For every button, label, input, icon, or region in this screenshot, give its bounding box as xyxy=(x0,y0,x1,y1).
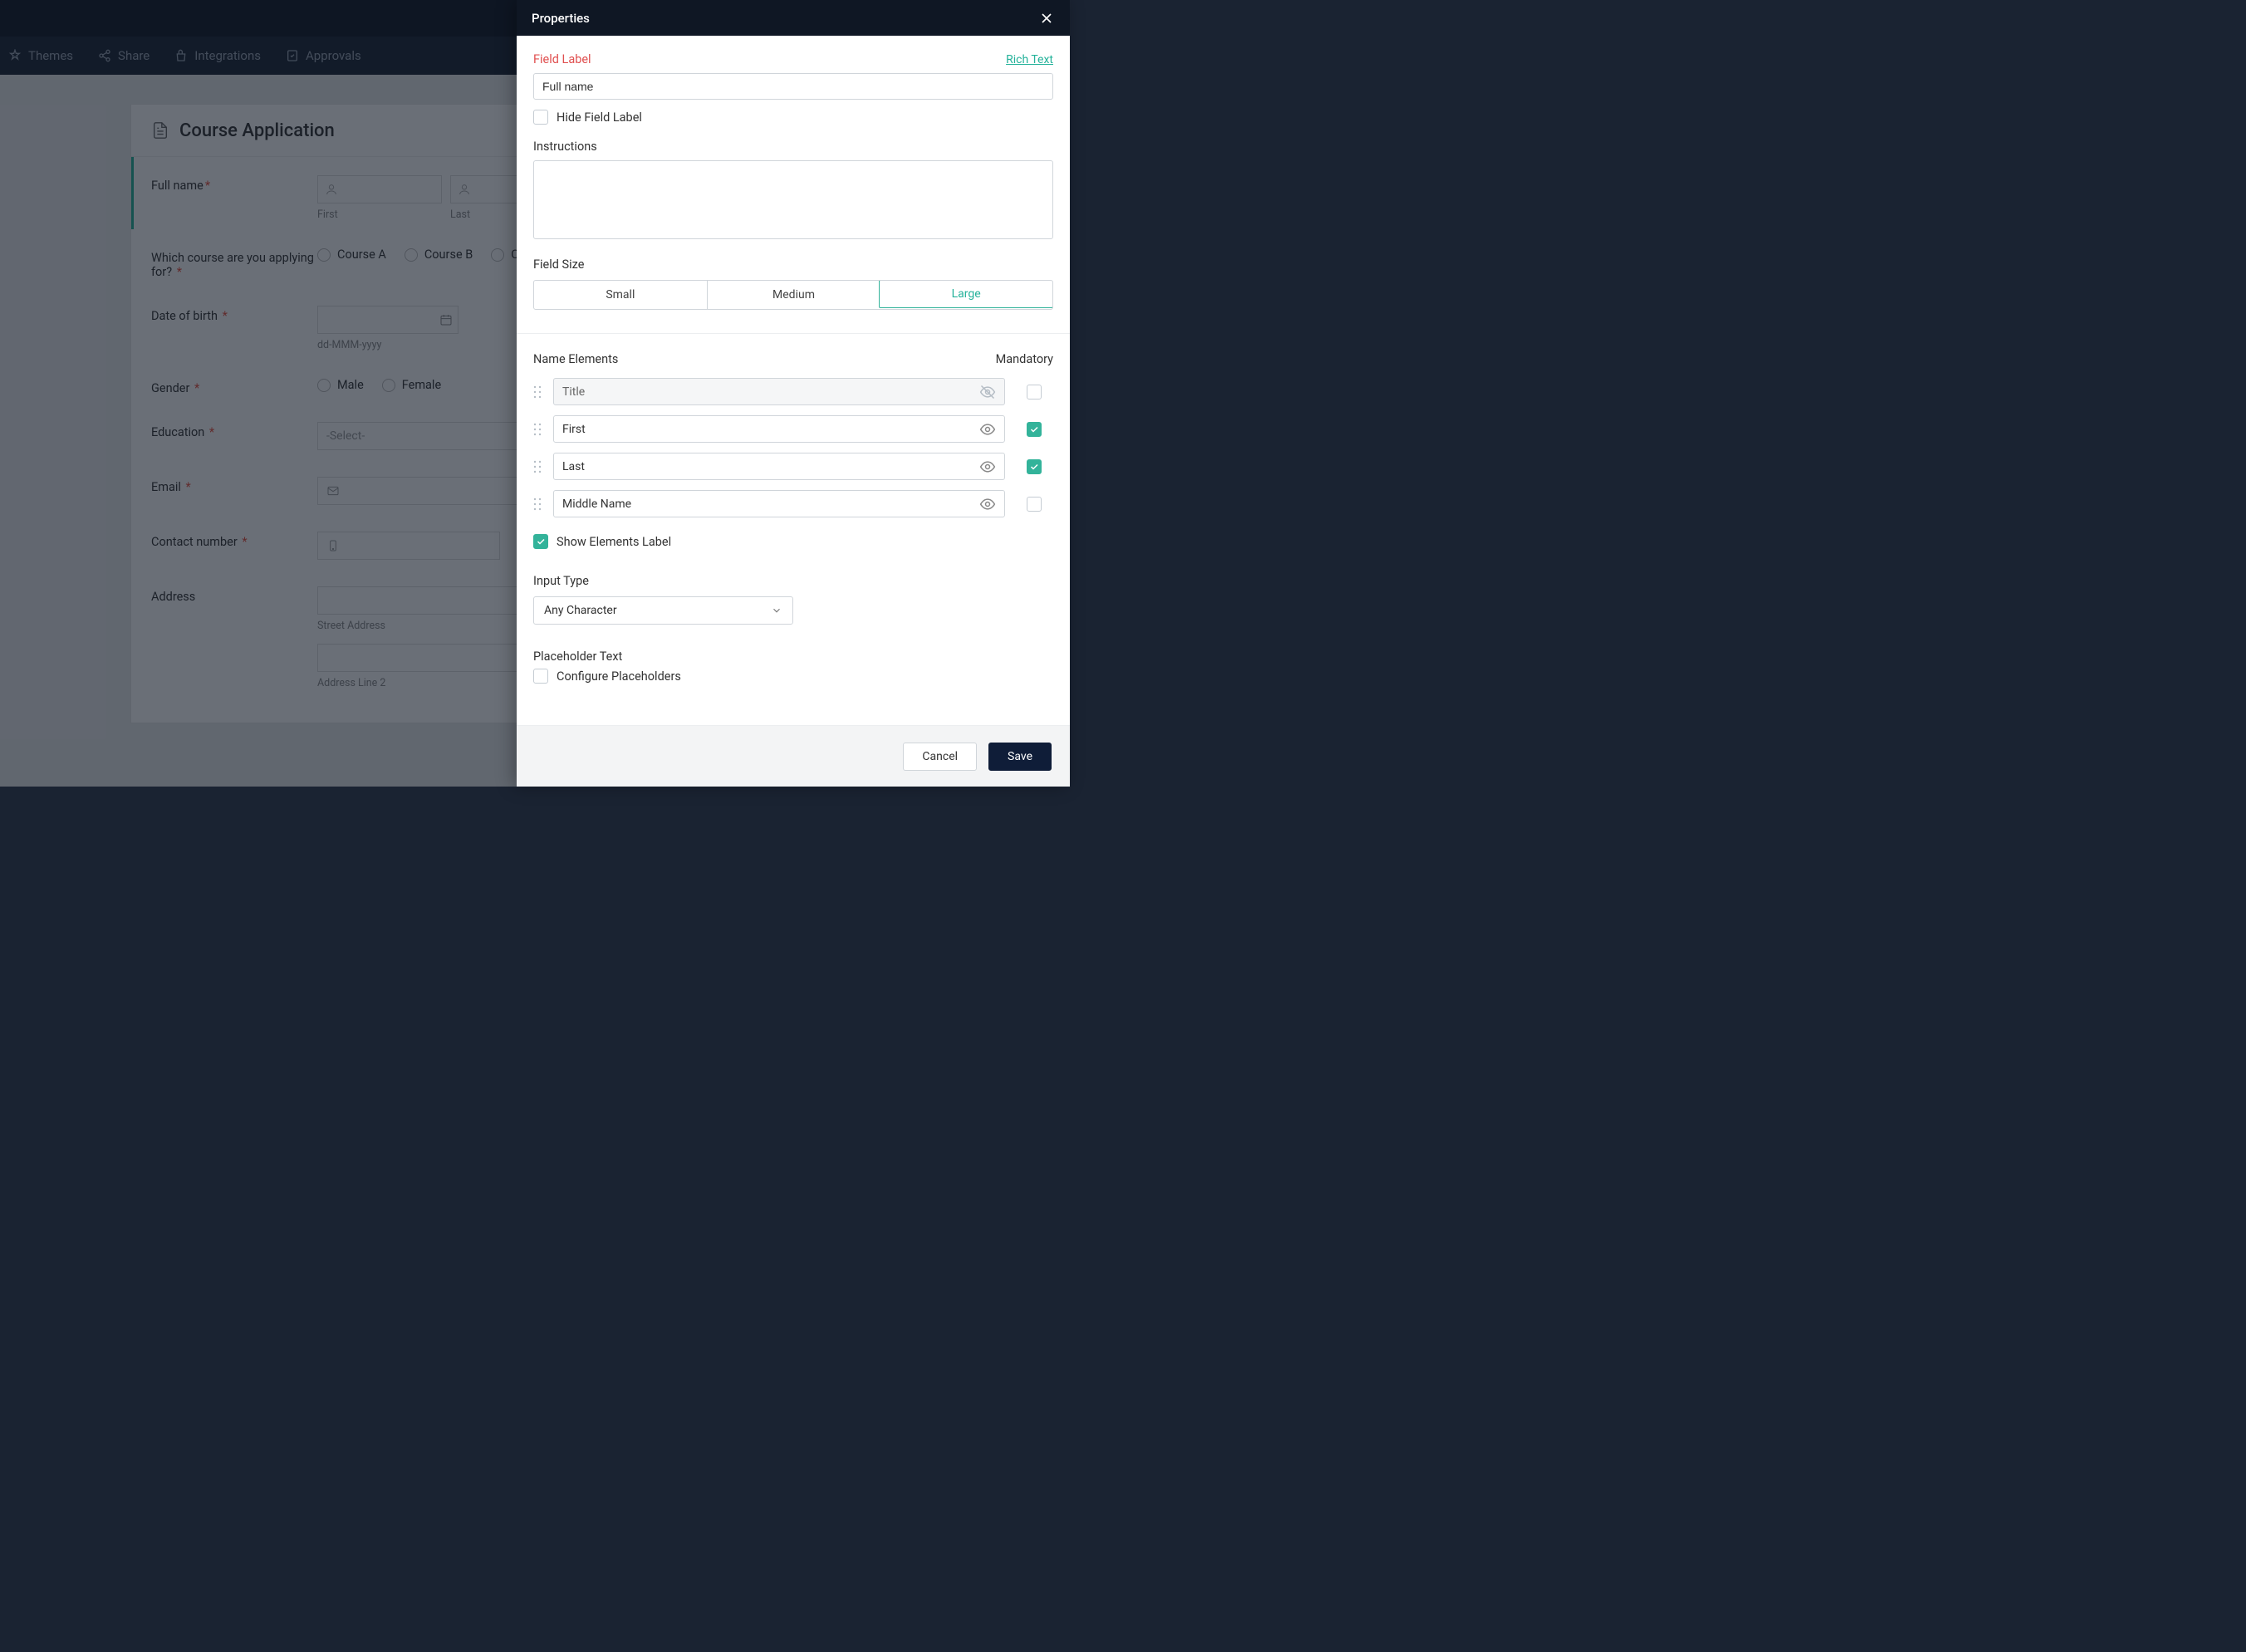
name-elements-label: Name Elements xyxy=(533,352,618,366)
element-first-input[interactable]: First xyxy=(553,415,1005,443)
visibility-toggle[interactable] xyxy=(979,421,996,438)
configure-placeholders-row[interactable]: Configure Placeholders xyxy=(533,669,1053,684)
element-first-row: First xyxy=(533,415,1053,443)
panel-footer: Cancel Save xyxy=(517,725,1070,787)
configure-placeholders-text: Configure Placeholders xyxy=(557,669,681,684)
field-size-label: Field Size xyxy=(533,257,1053,272)
field-label-input[interactable] xyxy=(533,73,1053,100)
show-elements-label-checkbox[interactable] xyxy=(533,534,548,549)
check-icon xyxy=(536,537,546,547)
drag-handle[interactable] xyxy=(533,423,543,436)
cancel-button[interactable]: Cancel xyxy=(903,743,977,771)
close-icon xyxy=(1038,10,1055,27)
hide-label-checkbox[interactable] xyxy=(533,110,548,125)
close-button[interactable] xyxy=(1038,10,1055,27)
size-small[interactable]: Small xyxy=(534,281,707,309)
drag-handle[interactable] xyxy=(533,460,543,473)
show-elements-label-text: Show Elements Label xyxy=(557,535,671,549)
visibility-toggle[interactable] xyxy=(979,458,996,475)
size-large[interactable]: Large xyxy=(879,280,1053,308)
field-label-label: Field Label xyxy=(533,52,591,66)
properties-panel: Properties Field Label Rich Text Hide Fi… xyxy=(517,0,1070,787)
chevron-down-icon xyxy=(771,605,782,616)
divider xyxy=(517,333,1070,334)
element-title-row: Title xyxy=(533,378,1053,405)
input-type-value: Any Character xyxy=(544,604,617,617)
hide-label-row[interactable]: Hide Field Label xyxy=(533,110,1053,125)
input-type-select[interactable]: Any Character xyxy=(533,596,793,625)
field-size-toggle: Small Medium Large xyxy=(533,280,1053,310)
mandatory-checkbox[interactable] xyxy=(1027,459,1042,474)
element-last-input[interactable]: Last xyxy=(553,453,1005,480)
mandatory-label: Mandatory xyxy=(996,352,1053,366)
element-middle-row: Middle Name xyxy=(533,490,1053,517)
element-title-input[interactable]: Title xyxy=(553,378,1005,405)
drag-handle[interactable] xyxy=(533,385,543,399)
drag-handle[interactable] xyxy=(533,498,543,511)
eye-icon xyxy=(979,458,996,475)
input-type-label: Input Type xyxy=(533,574,1053,588)
element-middle-input[interactable]: Middle Name xyxy=(553,490,1005,517)
visibility-toggle[interactable] xyxy=(979,496,996,512)
element-last-row: Last xyxy=(533,453,1053,480)
panel-header: Properties xyxy=(517,0,1070,36)
eye-icon xyxy=(979,421,996,438)
placeholder-label: Placeholder Text xyxy=(533,650,1053,664)
size-medium[interactable]: Medium xyxy=(707,281,880,309)
mandatory-checkbox[interactable] xyxy=(1027,385,1042,400)
instructions-label: Instructions xyxy=(533,140,1053,154)
visibility-toggle[interactable] xyxy=(979,384,996,400)
instructions-textarea[interactable] xyxy=(533,160,1053,239)
check-icon xyxy=(1029,424,1039,434)
show-elements-label-row[interactable]: Show Elements Label xyxy=(533,534,1053,549)
configure-placeholders-checkbox[interactable] xyxy=(533,669,548,684)
rich-text-link[interactable]: Rich Text xyxy=(1006,53,1053,66)
panel-body: Field Label Rich Text Hide Field Label I… xyxy=(517,36,1070,725)
mandatory-checkbox[interactable] xyxy=(1027,422,1042,437)
panel-title: Properties xyxy=(532,11,590,26)
hide-label-text: Hide Field Label xyxy=(557,110,642,125)
check-icon xyxy=(1029,462,1039,472)
eye-off-icon xyxy=(979,384,996,400)
save-button[interactable]: Save xyxy=(988,743,1052,771)
mandatory-checkbox[interactable] xyxy=(1027,497,1042,512)
eye-icon xyxy=(979,496,996,512)
